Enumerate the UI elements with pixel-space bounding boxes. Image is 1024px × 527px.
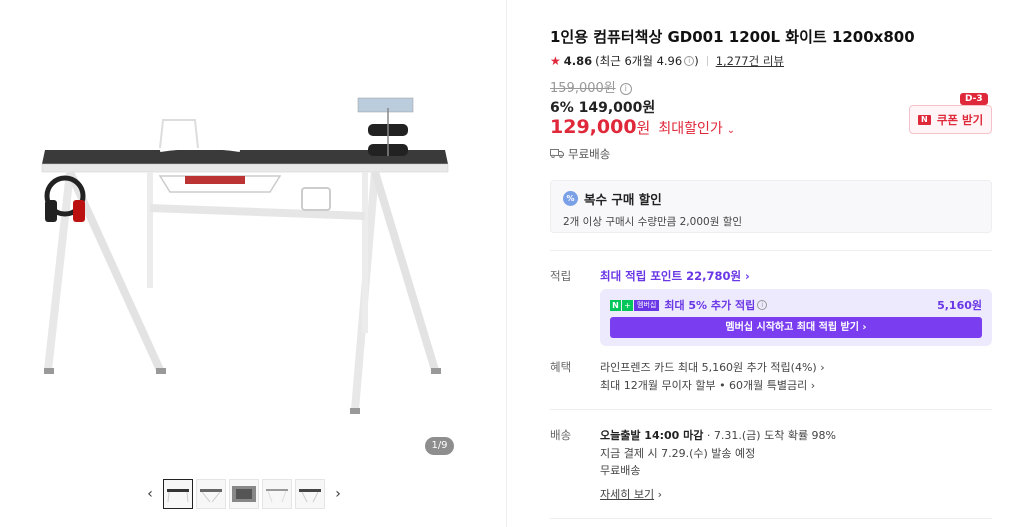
rating-row: ★ 4.86 (최근 6개월 4.96 i ) 1,277건 리뷰 <box>550 53 784 69</box>
product-main-image[interactable] <box>30 88 460 428</box>
multi-purchase-title-row: % 복수 구매 할인 <box>563 189 979 208</box>
truck-icon <box>550 147 564 161</box>
original-price-value: 159,000원 <box>550 81 616 96</box>
multi-purchase-title: 복수 구매 할인 <box>584 192 662 207</box>
benefits-label: 혜택 <box>550 360 572 374</box>
max-discount-label: 최대할인가 <box>658 121 723 137</box>
rating-recent: (최근 6개월 4.96 <box>595 54 683 68</box>
max-points-link[interactable]: 최대 적립 포인트 22,780원 › <box>600 268 750 284</box>
price-info-icon[interactable]: i <box>619 82 632 95</box>
thumbnail-strip: ‹ › <box>140 478 348 510</box>
separator <box>706 56 708 66</box>
coupon-label: 쿠폰 받기 <box>936 112 984 127</box>
product-title: 1인용 컴퓨터책상 GD001 1200L 화이트 1200x800 <box>550 28 915 46</box>
thumbnail-1[interactable] <box>163 479 193 509</box>
delivery-detail-text: 자세히 보기 <box>600 488 655 501</box>
chevron-right-icon: › <box>810 379 816 392</box>
shipping-summary: 무료배송 <box>550 146 610 162</box>
membership-extra: 최대 5% 추가 적립 <box>664 299 756 312</box>
thumbnail-2[interactable] <box>196 479 226 509</box>
points-label: 적립 <box>550 269 572 283</box>
membership-box: N + 멤버십 최대 5% 추가 적립 i 5,160원 멤버십 시작하고 최대 적… <box>600 289 992 346</box>
final-price[interactable]: 129,000 원 최대할인가 ⌄ <box>550 116 735 138</box>
thumbnail-4[interactable] <box>262 479 292 509</box>
card-benefit-link[interactable]: 라인프렌즈 카드 최대 5,160원 추가 적립(4%) › <box>600 359 825 375</box>
dday-badge: D-3 <box>960 93 988 105</box>
delivery-ship-date: 지금 결제 시 7.29.(수) 발송 예정 <box>600 447 756 460</box>
membership-badge-text: 멤버십 <box>634 299 660 311</box>
membership-extra-row: N + 멤버십 최대 5% 추가 적립 i <box>610 297 768 313</box>
info-icon[interactable]: i <box>757 300 768 310</box>
star-icon: ★ <box>550 54 561 68</box>
membership-badge: N + 멤버십 <box>610 299 660 311</box>
chevron-right-icon: › <box>745 269 750 283</box>
thumbnail-3[interactable] <box>229 479 259 509</box>
percent-icon: % <box>563 191 578 206</box>
delivery-cutoff: 오늘출발 14:00 마감 <box>600 429 704 442</box>
delivery-today: 오늘출발 14:00 마감 · 7.31.(금) 도착 확률 98% <box>600 427 836 443</box>
multi-purchase-box: % 복수 구매 할인 2개 이상 구매시 수량만큼 2,000원 할인 <box>550 180 992 233</box>
image-counter: 1/9 <box>425 437 454 455</box>
membership-top-row: N + 멤버십 최대 5% 추가 적립 i 5,160원 <box>610 297 982 313</box>
installment-text: 최대 12개월 무이자 할부 • 60개월 특별금리 <box>600 379 808 392</box>
delivery-arrival: · 7.31.(금) 도착 확률 98% <box>706 429 837 442</box>
info-icon[interactable]: i <box>684 56 695 66</box>
final-price-amount: 129,000 <box>550 116 637 138</box>
review-count-link[interactable]: 1,277건 리뷰 <box>716 53 784 69</box>
rating-recent-close: ) <box>694 54 699 68</box>
card-benefit-text: 라인프렌즈 카드 최대 5,160원 추가 적립(4%) <box>600 361 817 374</box>
chevron-right-icon: › <box>657 488 663 501</box>
plus-icon: + <box>622 299 633 311</box>
naver-n-icon: N <box>917 114 931 125</box>
coupon-button[interactable]: N 쿠폰 받기 <box>909 105 992 134</box>
thumbnail-5[interactable] <box>295 479 325 509</box>
chevron-left-icon[interactable]: ‹ <box>140 478 160 510</box>
membership-amount: 5,160원 <box>937 299 982 312</box>
chevron-right-icon: › <box>820 361 825 374</box>
multi-purchase-desc: 2개 이상 구매시 수량만큼 2,000원 할인 <box>563 216 743 228</box>
max-points-text: 최대 적립 포인트 22,780원 <box>600 269 742 283</box>
naver-n-icon: N <box>610 299 621 311</box>
chevron-down-icon: ⌄ <box>726 125 736 136</box>
shipping-label: 무료배송 <box>568 147 611 161</box>
chevron-right-icon[interactable]: › <box>328 478 348 510</box>
delivery-free: 무료배송 <box>600 464 641 477</box>
divider <box>550 250 992 251</box>
divider <box>550 518 992 519</box>
rating-value: 4.86 <box>563 54 593 68</box>
final-price-unit: 원 <box>636 119 651 137</box>
product-gallery: 1/9 ‹ › <box>0 0 507 527</box>
installment-link[interactable]: 최대 12개월 무이자 할부 • 60개월 특별금리 › <box>600 377 815 393</box>
delivery-label: 배송 <box>550 428 572 442</box>
delivery-detail-link[interactable]: 자세히 보기 › <box>600 486 662 502</box>
original-price: 159,000원 i <box>550 77 632 96</box>
membership-start-button[interactable]: 멤버십 시작하고 최대 적립 받기 › <box>610 317 982 338</box>
divider <box>550 409 992 410</box>
discount-price: 6% 149,000원 <box>550 100 656 116</box>
